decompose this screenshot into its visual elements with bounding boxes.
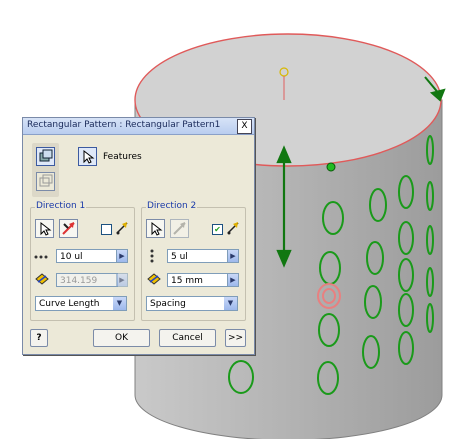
more-options-button[interactable]: >> — [225, 329, 246, 347]
direction2-count-arrow[interactable]: ▶ — [227, 249, 239, 263]
dialog-titlebar[interactable]: Rectangular Pattern : Rectangular Patter… — [23, 118, 254, 135]
direction1-method-select[interactable]: Curve Length ▼ — [35, 296, 127, 311]
close-button[interactable]: X — [237, 119, 252, 134]
direction1-count-input[interactable]: 10 ul — [56, 249, 118, 263]
pattern-faces-icon[interactable] — [36, 172, 55, 191]
chevron-down-icon: ▼ — [113, 297, 126, 310]
midplane-icon — [115, 221, 129, 238]
direction1-title: Direction 1 — [35, 201, 87, 211]
direction2-midplane-checkbox[interactable]: ✔ — [212, 224, 223, 235]
count-dots-icon — [34, 253, 48, 263]
features-label: Features — [103, 152, 142, 162]
ok-button[interactable]: OK — [93, 329, 150, 347]
rectangular-pattern-dialog: Rectangular Pattern : Rectangular Patter… — [22, 117, 255, 355]
count-dots-icon — [149, 249, 155, 266]
direction2-count-input[interactable]: 5 ul — [167, 249, 229, 263]
pattern-solids-icon[interactable] — [36, 147, 55, 166]
direction1-midplane-checkbox[interactable] — [101, 224, 112, 235]
direction1-length-input: 314.159 mm — [56, 273, 118, 287]
direction1-select-button[interactable] — [35, 219, 54, 238]
length-icon — [35, 273, 49, 288]
direction2-method-select[interactable]: Spacing ▼ — [146, 296, 238, 311]
direction2-title: Direction 2 — [146, 201, 198, 211]
direction1-method-value: Curve Length — [39, 299, 100, 309]
path-start-point — [326, 162, 336, 172]
direction1-count-arrow[interactable]: ▶ — [116, 249, 128, 263]
dialog-title: Rectangular Pattern : Rectangular Patter… — [27, 120, 221, 130]
cursor-arrow-icon — [83, 149, 95, 164]
chevron-down-icon: ▼ — [224, 297, 237, 310]
cancel-button[interactable]: Cancel — [159, 329, 216, 347]
help-button[interactable]: ? — [30, 329, 48, 347]
midplane-icon — [226, 221, 240, 238]
direction2-length-input[interactable]: 15 mm — [167, 273, 229, 287]
direction2-method-value: Spacing — [150, 299, 186, 309]
direction1-flip-button[interactable] — [59, 219, 78, 238]
features-select-button[interactable] — [78, 147, 97, 166]
direction2-length-arrow[interactable]: ▶ — [227, 273, 239, 287]
direction2-flip-button — [170, 219, 189, 238]
length-icon — [147, 273, 161, 288]
direction2-select-button[interactable] — [146, 219, 165, 238]
direction1-length-arrow: ▶ — [116, 273, 128, 287]
flip-direction-icon — [62, 222, 75, 235]
